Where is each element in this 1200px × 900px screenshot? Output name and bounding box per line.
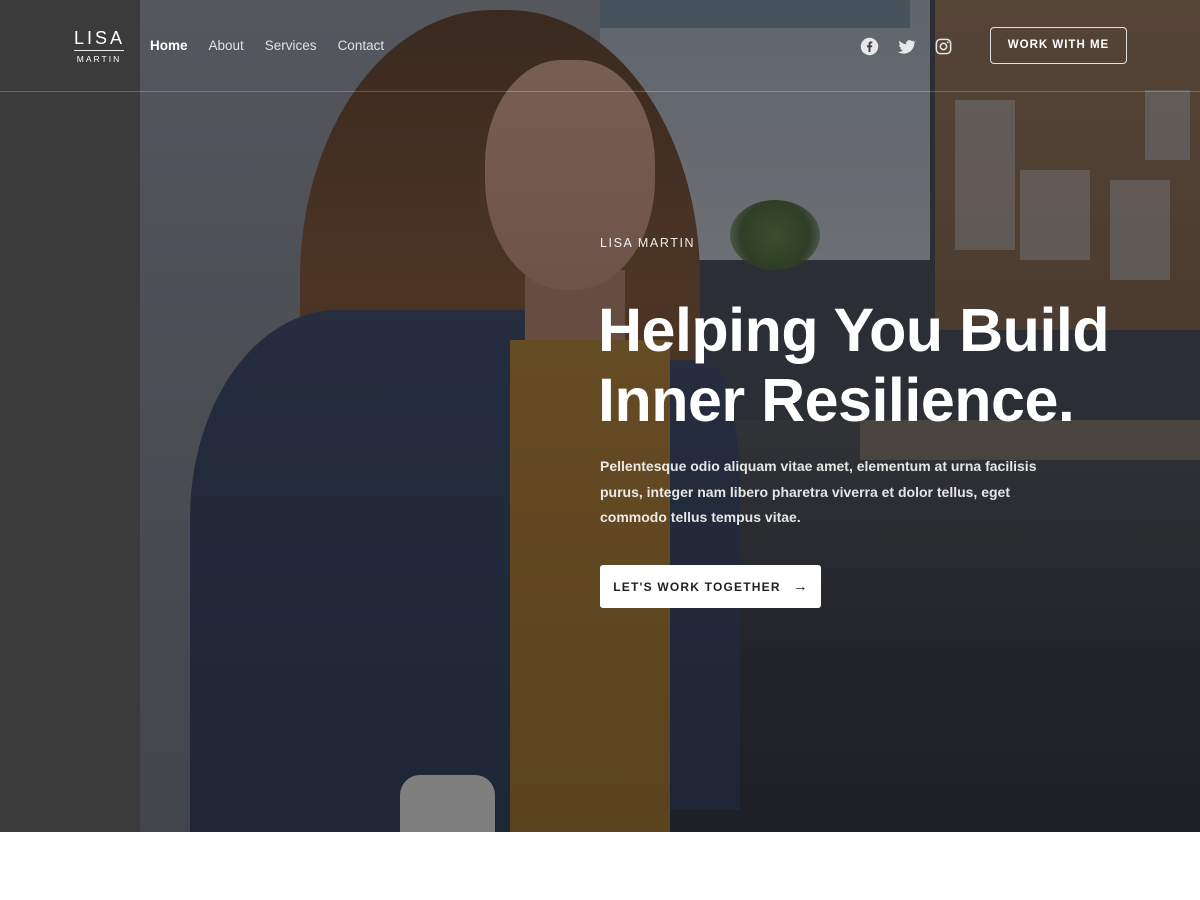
- hero-headline: Helping You Build Inner Resilience.: [598, 295, 1178, 435]
- logo-name-bottom: MARTIN: [76, 54, 122, 64]
- site-logo[interactable]: LISA MARTIN: [74, 29, 124, 64]
- cta-label: LET'S WORK TOGETHER: [613, 579, 781, 594]
- hero-description: Pellentesque odio aliquam vitae amet, el…: [600, 458, 1037, 525]
- main-nav: Home About Services Contact: [150, 37, 384, 55]
- nav-item-services[interactable]: Services: [265, 37, 317, 55]
- hero-headline-line-2: Inner Resilience.: [598, 366, 1075, 434]
- hero-eyebrow: LISA MARTIN: [600, 236, 696, 250]
- logo-name-top: LISA: [74, 28, 126, 48]
- hero-headline-line-1: Helping You Build: [598, 296, 1110, 364]
- logo-divider: [74, 50, 124, 51]
- work-with-me-button[interactable]: WORK WITH ME: [990, 27, 1127, 64]
- social-links: [860, 37, 953, 56]
- instagram-icon[interactable]: [934, 37, 953, 56]
- nav-item-about[interactable]: About: [209, 37, 244, 55]
- site-header: LISA MARTIN Home About Services Contact …: [0, 0, 1200, 92]
- facebook-icon[interactable]: [860, 37, 879, 56]
- nav-item-home[interactable]: Home: [150, 37, 188, 55]
- nav-item-contact[interactable]: Contact: [338, 37, 385, 55]
- hero-section: LISA MARTIN Home About Services Contact …: [0, 0, 1200, 832]
- lets-work-together-button[interactable]: LET'S WORK TOGETHER →: [600, 565, 821, 608]
- twitter-icon[interactable]: [897, 37, 917, 56]
- arrow-right-icon: →: [792, 578, 808, 595]
